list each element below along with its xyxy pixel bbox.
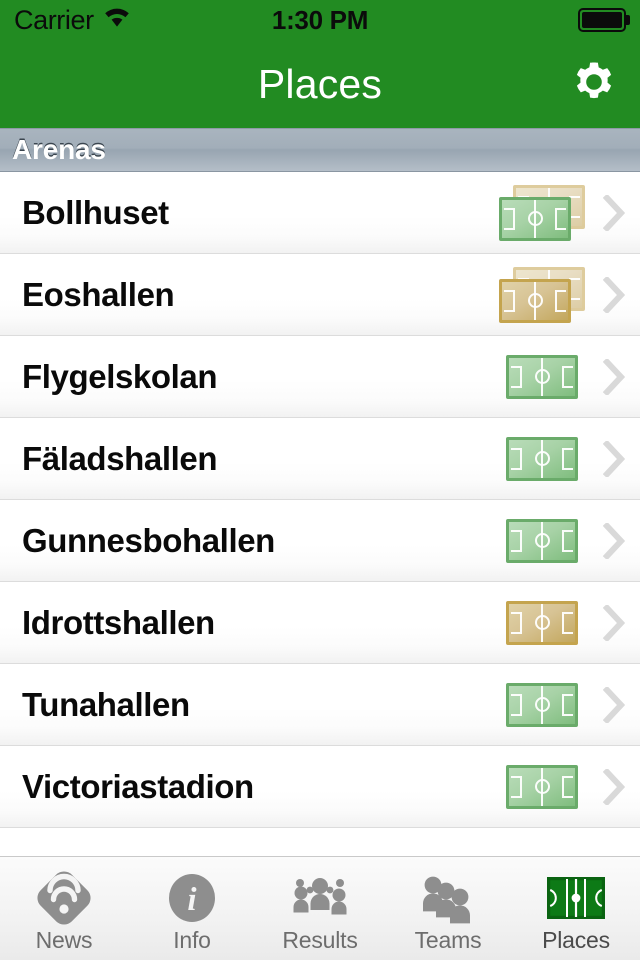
pitch-single-tan <box>499 595 585 651</box>
pitch-single-green <box>499 759 585 815</box>
list-item[interactable]: Gunnesbohallen <box>0 500 640 582</box>
list-item[interactable]: Eoshallen <box>0 254 640 336</box>
pitch-single-green <box>499 431 585 487</box>
list-item-label: Gunnesbohallen <box>22 521 275 559</box>
tab-label: Teams <box>414 926 482 953</box>
status-bar-time: 1:30 PM <box>271 4 369 35</box>
tab-label: Info <box>173 926 211 953</box>
list-item-label: Victoriastadion <box>22 767 254 805</box>
list-item-thumbnail <box>496 430 588 488</box>
status-bar: Carrier 1:30 PM <box>0 0 640 40</box>
tab-label: News <box>35 926 93 953</box>
info-icon: i <box>166 872 218 924</box>
pitch-single-green <box>499 349 585 405</box>
list-item-thumbnail <box>496 676 588 734</box>
status-bar-right <box>578 8 630 32</box>
page-title: Places <box>257 60 383 107</box>
list-item-label: Idrottshallen <box>22 603 215 641</box>
places-list[interactable]: Bollhuset Eoshallen Flygelskolan Fäladshall… <box>0 172 640 856</box>
chevron-right-icon <box>596 686 632 723</box>
list-item-label: Fäladshallen <box>22 439 218 477</box>
tab-item-info[interactable]: i Info <box>128 857 256 960</box>
list-item[interactable]: Bollhuset <box>0 172 640 254</box>
list-item-thumbnail <box>496 348 588 406</box>
section-header-label: Arenas <box>12 134 106 165</box>
tab-label: Results <box>282 926 358 953</box>
list-item[interactable]: Idrottshallen <box>0 582 640 664</box>
gear-icon <box>570 58 618 111</box>
svg-text:i: i <box>187 882 197 918</box>
tab-label: Places <box>542 926 610 953</box>
tab-item-places[interactable]: Places <box>512 857 640 960</box>
chevron-right-icon <box>596 276 632 313</box>
list-item[interactable]: Flygelskolan <box>0 336 640 418</box>
list-item-thumbnail <box>496 512 588 570</box>
tab-item-results[interactable]: Results <box>256 857 384 960</box>
section-header-arenas: Arenas <box>0 128 640 172</box>
list-item-label: Flygelskolan <box>22 357 218 395</box>
tab-item-teams[interactable]: Teams <box>384 857 512 960</box>
pitch-stack-green-on-tan <box>499 184 585 241</box>
list-item-thumbnail <box>496 594 588 652</box>
tab-bar: News i Info Results Teams Places <box>0 856 640 960</box>
battery-full-icon <box>578 8 630 32</box>
list-item-label: Bollhuset <box>22 193 169 231</box>
list-item-thumbnail <box>496 758 588 816</box>
pitch-single-green <box>499 513 585 569</box>
list-item-thumbnail <box>496 266 588 324</box>
pitch-icon <box>547 872 605 924</box>
list-item[interactable]: Fäladshallen <box>0 418 640 500</box>
people-icon <box>419 872 477 924</box>
navigation-bar: Places <box>0 40 640 128</box>
pitch-stack-tan <box>499 266 585 323</box>
chevron-right-icon <box>596 194 632 231</box>
list-item-label: Tunahallen <box>22 685 190 723</box>
chevron-right-icon <box>596 768 632 805</box>
list-item-thumbnail <box>496 184 588 242</box>
chevron-right-icon <box>596 522 632 559</box>
chevron-right-icon <box>596 604 632 641</box>
crowd-icon <box>288 872 352 924</box>
pitch-single-green <box>499 677 585 733</box>
list-item-label: Eoshallen <box>22 275 175 313</box>
chevron-right-icon <box>596 358 632 395</box>
list-item[interactable]: Tunahallen <box>0 664 640 746</box>
chevron-right-icon <box>596 440 632 477</box>
list-item[interactable]: Victoriastadion <box>0 746 640 828</box>
tab-item-news[interactable]: News <box>0 857 128 960</box>
settings-button[interactable] <box>566 56 622 112</box>
app-root: Carrier 1:30 PM Places Arenas Bollhuset … <box>0 0 640 960</box>
rss-icon <box>37 870 91 925</box>
